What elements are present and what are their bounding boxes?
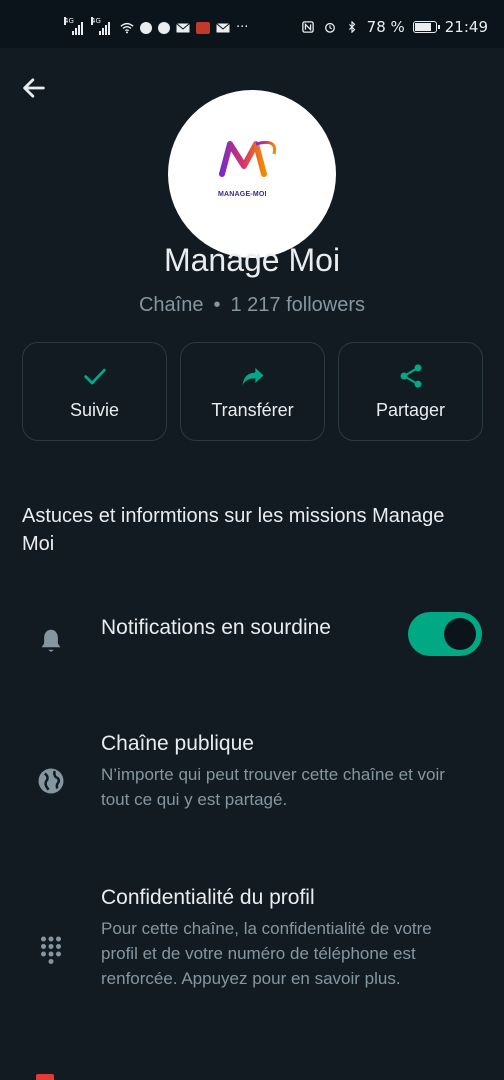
dialpad-icon bbox=[41, 936, 61, 964]
mail-icon bbox=[176, 22, 190, 32]
forward-label: Transférer bbox=[211, 400, 294, 420]
channel-type: Chaîne bbox=[138, 294, 204, 316]
channel-info-screen: MANAGE-MOI Manage Moi Chaîne • 1 217 follo… bbox=[0, 48, 504, 1080]
channel-description: Astuces et informtions sur les missions … bbox=[22, 505, 445, 555]
action-buttons: Suivie Transférer Partager bbox=[22, 342, 483, 441]
toggle-knob bbox=[444, 618, 476, 650]
forward-icon bbox=[242, 367, 263, 386]
following-label: Suivie bbox=[69, 400, 120, 420]
bluetooth-icon bbox=[348, 21, 356, 33]
channel-logo bbox=[219, 140, 277, 177]
profile-privacy-label: Confidentialité du profil bbox=[101, 886, 315, 909]
battery-percent: 78 % bbox=[366, 18, 405, 36]
mail-icon bbox=[216, 22, 230, 32]
check-icon bbox=[83, 368, 106, 385]
next-item-icon-partial bbox=[36, 1074, 54, 1080]
mute-toggle[interactable] bbox=[408, 612, 482, 656]
back-arrow-icon[interactable] bbox=[20, 74, 48, 102]
battery-icon bbox=[412, 21, 440, 33]
following-button[interactable]: Suivie bbox=[22, 342, 167, 441]
profile-privacy-description: Pour cette chaîne, la confidentialité de… bbox=[101, 919, 432, 988]
public-channel-label: Chaîne publique bbox=[101, 732, 254, 755]
more-notifications: ··· bbox=[236, 20, 249, 35]
signal-icon: 4G bbox=[91, 16, 110, 35]
logo-text: MANAGE-MOI bbox=[218, 191, 267, 198]
nfc-icon bbox=[301, 21, 314, 33]
messenger-icon bbox=[158, 21, 170, 34]
forward-button[interactable]: Transférer bbox=[180, 342, 325, 441]
channel-meta: Chaîne • 1 217 followers bbox=[138, 294, 366, 316]
public-channel-description: N’importe qui peut trouver cette chaîne … bbox=[101, 765, 445, 809]
bell-icon bbox=[41, 629, 61, 652]
app-notification-icon bbox=[196, 21, 210, 34]
globe-icon bbox=[38, 768, 64, 794]
clock: 21:49 bbox=[444, 18, 488, 36]
alarm-icon bbox=[324, 22, 335, 33]
status-left-icons: 4G 4G ··· bbox=[64, 16, 249, 35]
profile-privacy-row[interactable]: Confidentialité du profil Pour cette cha… bbox=[0, 884, 504, 1014]
follower-count: 1 217 followers bbox=[230, 294, 366, 316]
channel-avatar[interactable]: MANAGE-MOI bbox=[168, 90, 336, 258]
share-label: Partager bbox=[375, 400, 446, 420]
signal-icon: 4G bbox=[64, 16, 83, 35]
public-channel-row[interactable]: Chaîne publique N’importe qui peut trouv… bbox=[0, 730, 504, 840]
share-icon bbox=[400, 364, 421, 388]
chat-icon bbox=[140, 21, 152, 34]
share-button[interactable]: Partager bbox=[338, 342, 483, 441]
status-right-icons: 78 % 21:49 bbox=[301, 18, 488, 36]
channel-name: Manage Moi bbox=[163, 242, 341, 278]
wifi-icon bbox=[120, 22, 134, 33]
